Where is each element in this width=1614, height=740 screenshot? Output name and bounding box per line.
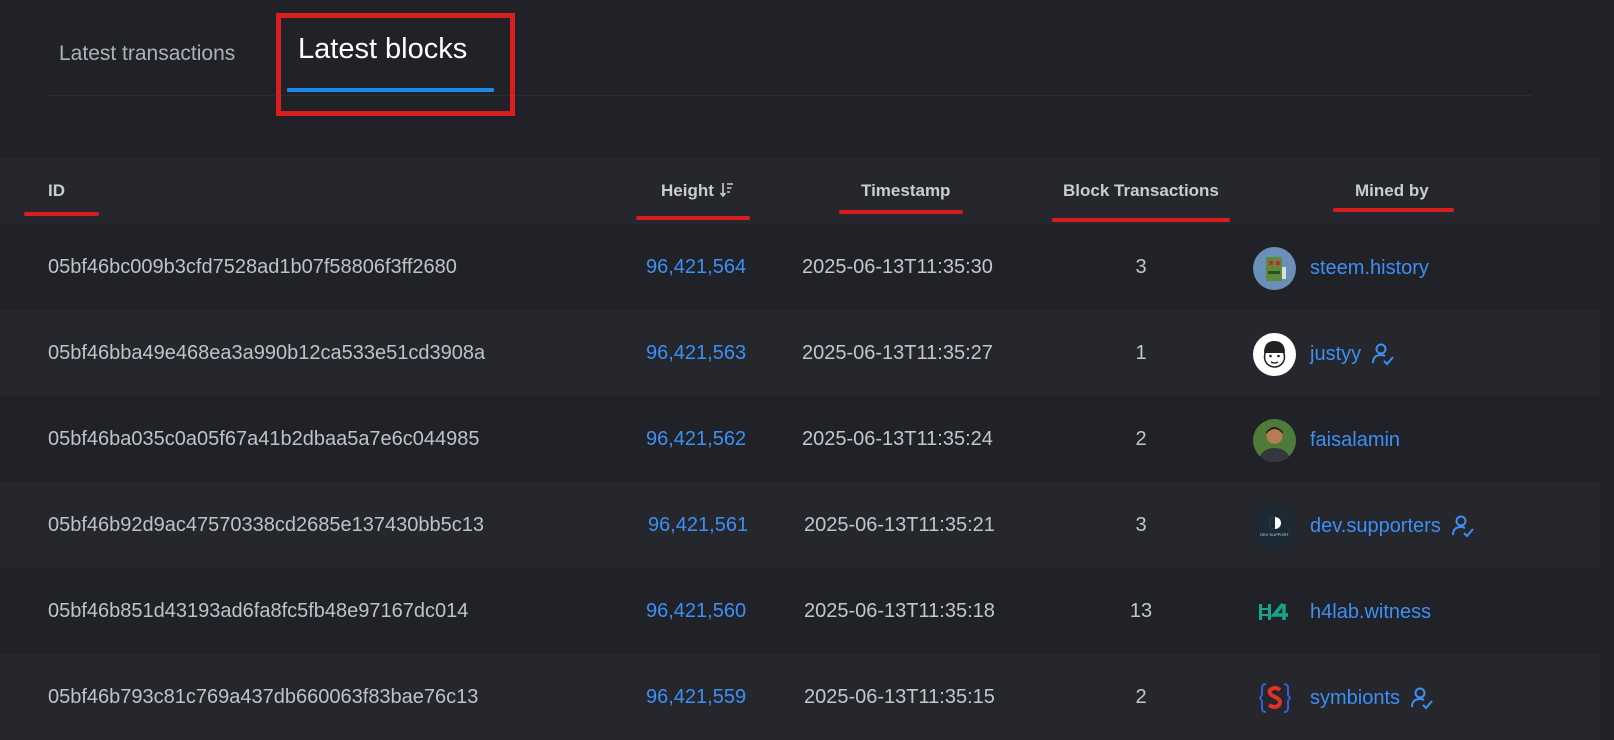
person-photo-avatar[interactable] [1253,418,1296,462]
column-header-mined-by[interactable]: Mined by [1355,181,1429,201]
column-header-id[interactable]: ID [48,181,65,201]
block-height-link[interactable]: 96,421,560 [646,600,746,623]
block-tx-count: 3 [1135,256,1147,278]
verified-user-icon [1371,342,1395,366]
table-row: 05bf46bba49e468ea3a990b12ca533e51cd3908a… [0,310,1600,396]
column-header-timestamp[interactable]: Timestamp [861,181,950,201]
block-timestamp: 2025-06-13T11:35:24 [802,428,993,450]
block-height-link[interactable]: 96,421,559 [646,686,746,709]
column-header-block-transactions[interactable]: Block Transactions [1063,181,1219,201]
verified-user-icon [1451,514,1475,538]
sort-descending-icon[interactable] [719,182,734,203]
annotation-underline-mined-by [1333,208,1454,212]
column-header-height[interactable]: Height [661,181,734,203]
block-id: 05bf46b92d9ac47570338cd2685e137430bb5c13 [48,514,484,536]
block-timestamp: 2025-06-13T11:35:21 [804,514,995,536]
block-height-link[interactable]: 96,421,564 [646,256,746,279]
block-tx-count: 2 [1135,428,1147,450]
annotation-highlight-box [276,13,515,116]
annotation-underline-timestamp [839,210,963,214]
table-row: 05bf46bc009b3cfd7528ad1b07f58806f3ff2680… [0,224,1600,310]
block-timestamp: 2025-06-13T11:35:18 [804,600,995,622]
block-tx-count: 2 [1135,686,1147,708]
miner-name-link[interactable]: symbionts [1310,687,1400,710]
block-id: 05bf46b851d43193ad6fa8fc5fb48e97167dc014 [48,600,469,622]
block-tx-count: 13 [1129,600,1153,622]
miner-name-link[interactable]: justyy [1310,343,1361,366]
pixel-character-avatar[interactable] [1253,246,1296,290]
miner: justyy [1253,332,1395,376]
miner-name-link[interactable]: faisalamin [1310,429,1400,452]
dev-support-logo-avatar[interactable]: DEV SUPPORT [1253,504,1296,548]
block-timestamp: 2025-06-13T11:35:27 [802,342,993,364]
miner: steem.history [1253,246,1429,290]
table-row: 05bf46ba035c0a05f67a41b2dbaa5a7e6c044985… [0,396,1600,482]
tab-latest-transactions[interactable]: Latest transactions [59,42,235,66]
miner: faisalamin [1253,418,1400,462]
table-row: 05bf46b851d43193ad6fa8fc5fb48e97167dc014… [0,568,1600,654]
h4-logo-avatar[interactable] [1253,591,1296,634]
block-timestamp: 2025-06-13T11:35:15 [804,686,995,708]
miner: h4lab.witness [1253,590,1431,634]
block-id: 05bf46bc009b3cfd7528ad1b07f58806f3ff2680 [48,256,457,278]
miner: DEV SUPPORT dev.supporters [1253,504,1475,548]
block-id: 05bf46ba035c0a05f67a41b2dbaa5a7e6c044985 [48,428,480,450]
table-row: 05bf46b92d9ac47570338cd2685e137430bb5c13… [0,482,1600,568]
annotation-underline-id [24,212,99,216]
symbionts-s-logo-avatar[interactable] [1253,677,1296,720]
tab-bar: Latest transactions Latest blocks [47,0,1532,96]
cartoon-face-avatar[interactable] [1253,332,1296,376]
column-header-height-label: Height [661,181,714,200]
annotation-underline-block-transactions [1052,218,1230,222]
dev-support-logo-text: DEV SUPPORT [1260,531,1289,537]
verified-user-icon [1410,686,1434,710]
block-height-link[interactable]: 96,421,563 [646,342,746,365]
miner-name-link[interactable]: dev.supporters [1310,515,1441,538]
block-height-link[interactable]: 96,421,561 [648,514,748,537]
block-id: 05bf46b793c81c769a437db660063f83bae76c13 [48,686,479,708]
block-tx-count: 1 [1135,342,1147,364]
block-tx-count: 3 [1135,514,1147,536]
block-height-link[interactable]: 96,421,562 [646,428,746,451]
annotation-underline-height [636,216,750,220]
block-id: 05bf46bba49e468ea3a990b12ca533e51cd3908a [48,342,486,364]
table-header: ID Height Timestamp Block Transactions M… [0,158,1600,224]
miner: symbionts [1253,676,1434,720]
table-row: 05bf46b793c81c769a437db660063f83bae76c13… [0,654,1600,740]
block-timestamp: 2025-06-13T11:35:30 [802,256,993,278]
miner-name-link[interactable]: h4lab.witness [1310,601,1431,624]
miner-name-link[interactable]: steem.history [1310,257,1429,280]
